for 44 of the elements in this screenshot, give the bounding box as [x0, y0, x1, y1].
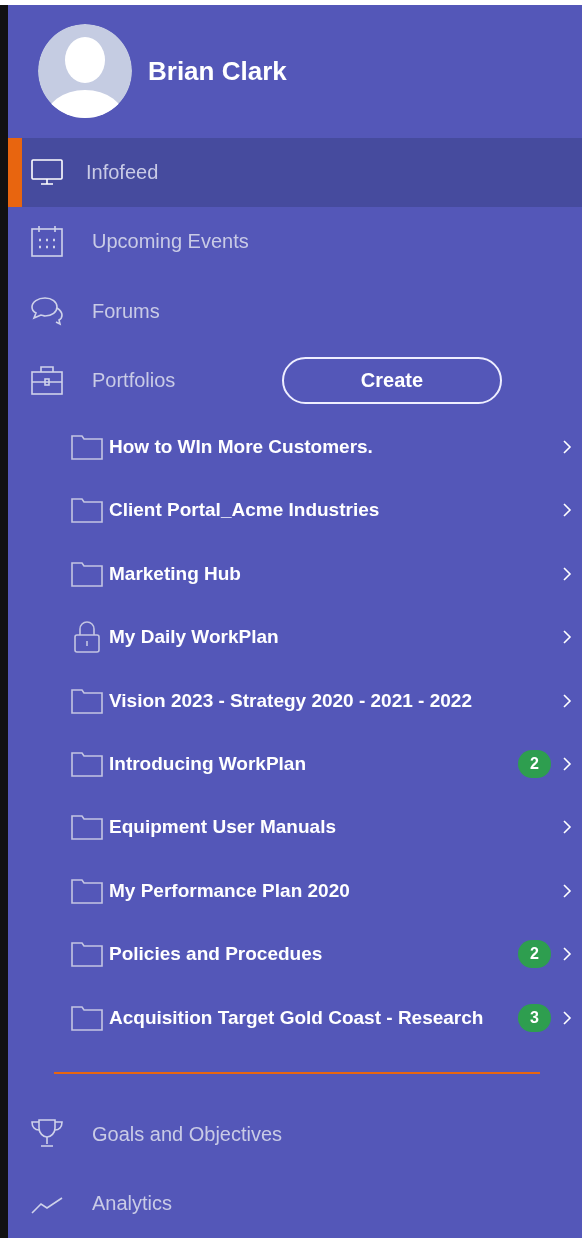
count-badge: 2: [518, 750, 551, 778]
briefcase-icon: [30, 364, 64, 397]
portfolio-item[interactable]: How to WIn More Customers.: [8, 415, 582, 479]
chevron-right-icon: [563, 693, 572, 708]
folder-icon: [71, 1004, 103, 1031]
portfolio-item[interactable]: Client Portal_Acme Industries: [8, 478, 582, 542]
portfolio-item[interactable]: Acquisition Target Gold Coast - Research 3: [8, 986, 582, 1050]
chevron-right-icon: [563, 820, 572, 835]
chevron-right-icon: [563, 947, 572, 962]
folder-icon: [71, 433, 103, 460]
chevron-right-icon: [563, 439, 572, 454]
count-badge: 2: [518, 940, 551, 969]
chevron-right-icon: [563, 503, 572, 518]
chevron-right-icon: [563, 883, 572, 898]
create-button[interactable]: Create: [282, 356, 502, 404]
portfolio-item[interactable]: Policies and Procedues 2: [8, 922, 582, 987]
chat-icon: [30, 295, 64, 328]
nav-item[interactable]: Upcoming Events: [8, 207, 582, 277]
nav-item[interactable]: Goals and Objectives: [8, 1099, 582, 1169]
portfolio-item[interactable]: Vision 2023 - Strategy 2020 - 2021 - 2022: [8, 668, 582, 733]
chevron-right-icon: [563, 1010, 572, 1025]
calendar-icon: [30, 225, 64, 258]
count-badge: 3: [518, 1003, 551, 1032]
folder-icon: [71, 560, 103, 587]
nav-item[interactable]: Analytics: [8, 1168, 582, 1238]
portfolio-item[interactable]: Marketing Hub: [8, 541, 582, 606]
folder-icon: [71, 687, 103, 714]
chevron-right-icon: [563, 566, 572, 581]
portfolio-item[interactable]: My Performance Plan 2020: [8, 859, 582, 923]
nav-item[interactable]: Portfolios Create: [8, 345, 582, 415]
portfolio-item[interactable]: Introducing WorkPlan 2: [8, 732, 582, 796]
folder-icon: [71, 497, 103, 524]
folder-icon: [71, 751, 103, 777]
folder-icon: [71, 877, 103, 904]
lock-icon: [71, 621, 103, 654]
portfolio-item[interactable]: Equipment User Manuals: [8, 795, 582, 860]
nav-item[interactable]: Infofeed: [8, 137, 582, 208]
nav-item[interactable]: Forums: [8, 276, 582, 346]
chevron-right-icon: [563, 630, 572, 645]
folder-icon: [71, 814, 103, 841]
folder-icon: [71, 941, 103, 968]
portfolio-item[interactable]: My Daily WorkPlan: [8, 605, 582, 669]
chevron-right-icon: [563, 757, 572, 771]
user-name: Brian Clark: [148, 55, 287, 87]
